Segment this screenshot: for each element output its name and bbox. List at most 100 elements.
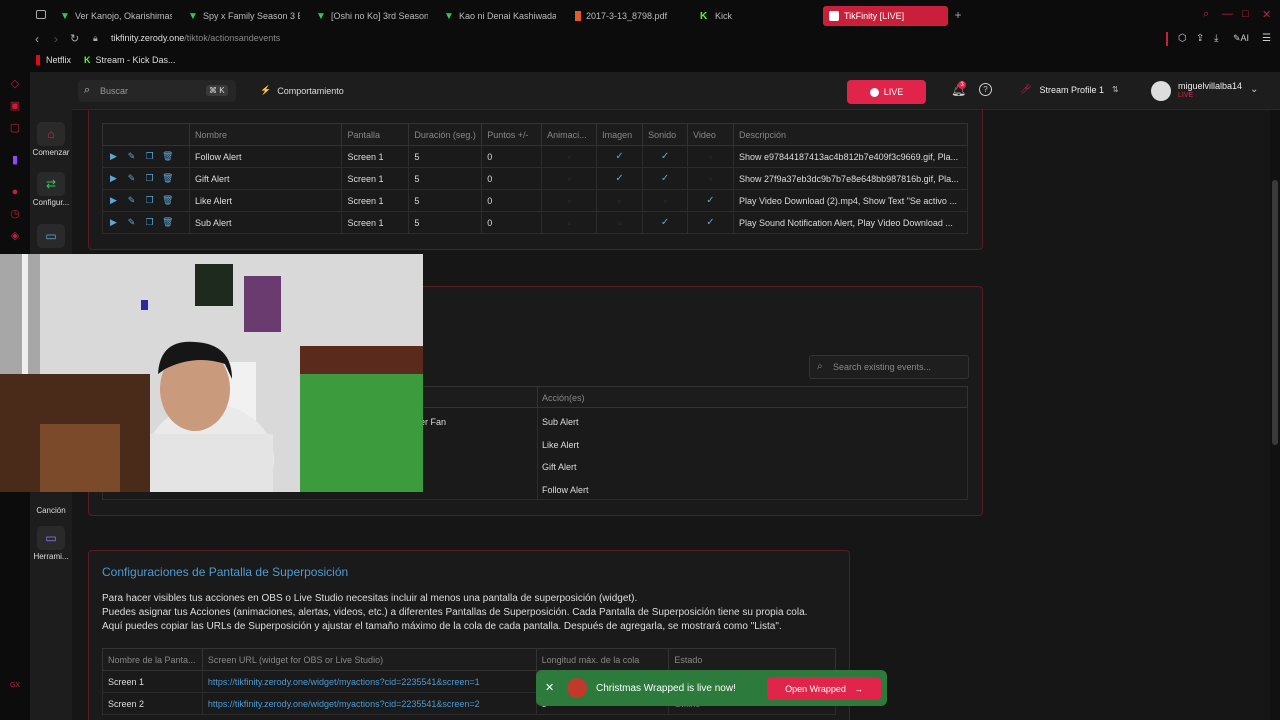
col-acciones[interactable]: Acción(es): [542, 393, 585, 403]
open-wrapped-button[interactable]: Open Wrapped →: [767, 677, 881, 700]
events-search-input[interactable]: Search existing events...: [833, 362, 931, 372]
microphone-icon: 🎤︎: [1020, 84, 1032, 94]
tab-4[interactable]: 2017-3-13_8798.pdf: [575, 6, 687, 26]
col-animacion[interactable]: Animaci...: [541, 123, 598, 146]
new-tab-button[interactable]: +: [952, 8, 964, 22]
bookmark-netflix[interactable]: Netflix: [36, 55, 71, 65]
list-item[interactable]: Gift Alert: [542, 462, 589, 473]
sidebar-item-overlay[interactable]: ▭: [30, 224, 72, 250]
play-icon[interactable]: ▶: [108, 217, 119, 228]
more-icon[interactable]: GX: [9, 680, 21, 692]
copy-icon[interactable]: ❐: [144, 217, 155, 228]
col-descripcion[interactable]: Descripción: [732, 123, 969, 146]
col-actions: [102, 123, 190, 146]
user-menu[interactable]: miguelvillalba14 LIVE: [1178, 81, 1242, 99]
actions-table: Nombre Pantalla Duración (seg.) Puntos +…: [102, 123, 969, 234]
search-input[interactable]: Buscar: [100, 86, 128, 96]
back-icon[interactable]: ‹: [35, 32, 39, 46]
edit-icon[interactable]: ✎: [126, 217, 137, 228]
row-action-buttons: ▶ ✎ ❐ 🗑︎: [102, 211, 190, 234]
close-window-icon[interactable]: ✕: [1262, 8, 1271, 21]
col-pantalla[interactable]: Pantalla: [341, 123, 410, 146]
screen-url-link[interactable]: https://tikfinity.zerody.one/widget/myac…: [201, 692, 537, 715]
scrollbar-thumb[interactable]: [1272, 180, 1278, 445]
forward-icon[interactable]: ›: [54, 32, 58, 46]
screen-url-link[interactable]: https://tikfinity.zerody.one/widget/myac…: [201, 670, 537, 693]
tab-1[interactable]: ▼ Spy x Family Season 3 Ep: [188, 6, 300, 26]
play-icon[interactable]: ▶: [108, 173, 119, 184]
extension-icon[interactable]: ⬡: [1178, 33, 1187, 44]
play-icon[interactable]: ▶: [108, 151, 119, 162]
twitch-icon[interactable]: ▮: [9, 154, 21, 166]
reload-icon[interactable]: ↻: [70, 32, 79, 45]
trash-icon[interactable]: 🗑︎: [162, 151, 173, 162]
col-screen-name[interactable]: Nombre de la Panta...: [102, 648, 203, 671]
col-imagen[interactable]: Imagen: [596, 123, 644, 146]
search-tabs-icon[interactable]: ⌕: [1203, 8, 1209, 21]
bookmark-kick-dashboard[interactable]: K Stream - Kick Das...: [84, 55, 176, 65]
trash-icon[interactable]: 🗑︎: [162, 195, 173, 206]
live-button[interactable]: LIVE: [847, 80, 926, 104]
avatar[interactable]: [1151, 81, 1171, 101]
download-icon[interactable]: ⤓: [1214, 33, 1218, 44]
row-action-buttons: ▶ ✎ ❐ 🗑︎: [102, 189, 190, 212]
behavior-menu[interactable]: ⚡ Comportamiento: [260, 85, 344, 96]
tab-3[interactable]: ▼ Kao ni Denai Kashiwada-s: [444, 6, 556, 26]
col-screen-url[interactable]: Screen URL (widget for OBS or Live Studi…: [201, 648, 537, 671]
col-status[interactable]: Estado: [668, 648, 836, 671]
trash-icon[interactable]: 🗑︎: [162, 217, 173, 228]
list-item[interactable]: Like Alert: [542, 440, 589, 451]
tab-2[interactable]: ▼ [Oshi no Ko] 3rd Season E: [316, 6, 428, 26]
action-duration: 5: [408, 145, 483, 168]
opera-instagram-icon[interactable]: ▢: [9, 122, 21, 134]
divider: [537, 408, 538, 500]
col-video[interactable]: Video: [687, 123, 734, 146]
sidebar-item-configuracion[interactable]: ⇄ Configur...: [30, 172, 72, 207]
action-description: Show 27f9a37eb3dc9b7b7e8e648bb987816b.gi…: [732, 167, 969, 190]
extensions-icon[interactable]: ◈: [9, 230, 21, 242]
maximize-icon[interactable]: □: [1242, 8, 1249, 20]
sliders-icon: ⇄: [37, 172, 65, 196]
col-sonido[interactable]: Sonido: [642, 123, 689, 146]
tab-6-active[interactable]: TikFinity [LIVE]: [823, 6, 948, 26]
edit-icon[interactable]: ✎: [126, 195, 137, 206]
search-icon: ⌕: [817, 361, 823, 372]
close-icon[interactable]: ✕: [545, 681, 554, 694]
list-item[interactable]: Sub Alert: [542, 417, 589, 428]
opera-music-icon[interactable]: ●: [9, 186, 21, 198]
help-icon[interactable]: ?: [979, 83, 992, 96]
opera-speed-dial-icon[interactable]: ◇: [9, 78, 21, 90]
edit-icon[interactable]: ✎: [126, 173, 137, 184]
trash-icon[interactable]: 🗑︎: [162, 173, 173, 184]
sidebar-item-cancion[interactable]: Canción: [30, 506, 72, 515]
chevron-down-icon[interactable]: ⌄: [1250, 84, 1258, 95]
search-box[interactable]: ⌕ Buscar ⌘ K: [78, 80, 236, 102]
edit-icon[interactable]: ✎: [126, 151, 137, 162]
history-icon[interactable]: ◷: [9, 208, 21, 220]
opera-messenger-icon[interactable]: ▣: [9, 100, 21, 112]
gamepad-icon: ▭: [37, 526, 65, 550]
col-nombre[interactable]: Nombre: [188, 123, 343, 146]
play-icon[interactable]: ▶: [108, 195, 119, 206]
copy-icon[interactable]: ❐: [144, 173, 155, 184]
copy-icon[interactable]: ❐: [144, 195, 155, 206]
menu-icon[interactable]: ☰: [1262, 33, 1271, 44]
url-field[interactable]: tikfinity.zerody.one/tiktok/actionsandev…: [111, 33, 280, 43]
sidebar-item-comenzar[interactable]: ⌂ Comenzar: [30, 122, 72, 157]
col-duracion[interactable]: Duración (seg.): [408, 123, 483, 146]
tab-0[interactable]: ▼ Ver Kanojo, Okarishimasu: [60, 6, 172, 26]
col-puntos[interactable]: Puntos +/-: [481, 123, 543, 146]
copy-icon[interactable]: ❐: [144, 151, 155, 162]
col-queue-length[interactable]: Longitud máx. de la cola: [535, 648, 670, 671]
minimize-icon[interactable]: —: [1222, 8, 1233, 20]
workspaces-icon[interactable]: [36, 10, 46, 19]
share-icon[interactable]: ⇪: [1196, 33, 1204, 44]
stream-profile-selector[interactable]: 🎤︎ Stream Profile 1 ⇅: [1020, 84, 1119, 95]
image-unchecked-icon: ▫: [596, 211, 644, 234]
events-search-box[interactable]: ⌕ Search existing events...: [809, 355, 969, 379]
sidebar-item-herramientas[interactable]: ▭ Herrami...: [30, 526, 72, 561]
tab-5[interactable]: K Kick: [700, 6, 812, 26]
aria-ai-button[interactable]: ✎AI: [1233, 33, 1249, 44]
tikfinity-icon: [829, 11, 839, 21]
list-item[interactable]: Follow Alert: [542, 485, 589, 496]
